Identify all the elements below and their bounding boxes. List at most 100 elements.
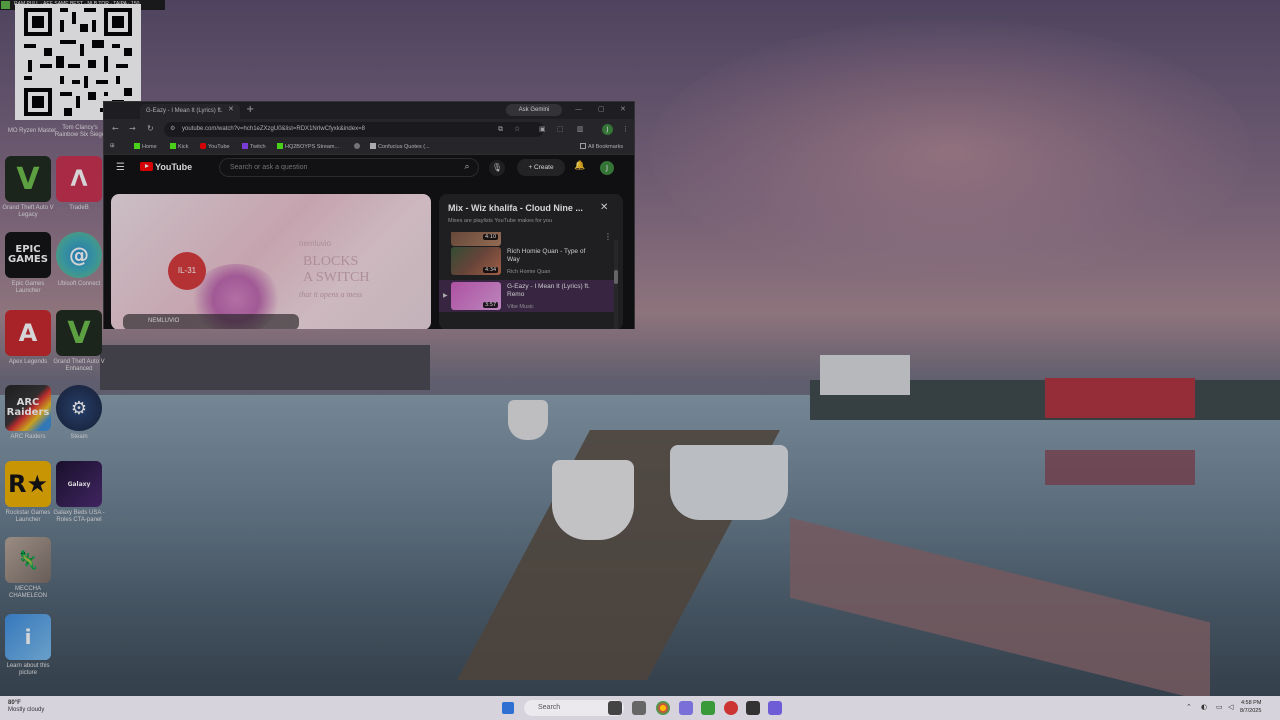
app-red-icon[interactable] [724,701,738,715]
youtube-play-icon [140,162,153,171]
puzzle-icon[interactable]: ⬚ [557,125,564,133]
minimize-icon[interactable]: — [575,105,582,113]
sky-glow [650,20,1250,280]
bookmark-label: Home [142,144,157,150]
bookmark-twitch[interactable]: Twitch [242,143,266,150]
folder-icon [580,143,586,149]
bookmark-youtube[interactable]: YouTube [200,143,230,150]
create-button[interactable]: + Create [517,159,565,176]
youtube-logo[interactable]: YouTube [140,162,192,172]
red-house [1045,378,1195,418]
split-view-icon[interactable]: ▥ [577,125,584,133]
desktop-icon-tradeb[interactable]: Λ TradeB [51,156,107,212]
taskbar-search-label: Search [538,704,561,711]
more-menu-icon[interactable]: ⋮ [622,125,629,133]
video-brand-text: nemluvio [299,239,332,248]
desktop-icon-label: TradeB [69,205,89,211]
video-player[interactable]: IL-31 nemluvio BLOCKS A SWITCH that it op… [111,194,431,329]
playlist-scrollbar[interactable] [614,240,618,329]
desktop-icon-epic-games[interactable]: EPIC GAMES Epic Games Launcher [0,232,56,295]
forward-icon[interactable]: → [129,124,136,133]
desktop-icon-ubisoft[interactable]: @ Ubisoft Connect [51,232,107,288]
kick-icon [170,143,176,149]
microphone-icon[interactable]: 🎙 [489,160,505,176]
apps-grid-icon[interactable]: ⊞ [110,143,115,149]
install-app-icon[interactable]: ⧉ [498,125,503,134]
chrome-icon[interactable] [656,701,670,715]
url-input[interactable]: youtube.com/watch?v=hch1eZXzgU0&list=RDX… [164,122,544,137]
desktop-icon-arc-raiders[interactable]: ARC Raiders ARC Raiders [0,385,56,441]
playlist-subtitle: Mixes are playlists YouTube makes for yo… [448,218,553,224]
tab-close-icon[interactable]: ✕ [228,105,234,113]
desktop-icon-gta-enhanced[interactable]: V Grand Theft Auto V Enhanced [51,310,107,373]
all-bookmarks[interactable]: All Bookmarks [580,143,623,150]
twitch-icon [242,143,248,149]
search-placeholder: Search or ask a question [230,164,308,171]
maximize-icon[interactable]: ▢ [598,105,605,113]
fishing-boat-right [670,445,788,520]
hamburger-menu-icon[interactable]: ☰ [116,162,125,173]
desktop-icon-gta-legacy[interactable]: V Grand Theft Auto V Legacy [0,156,56,219]
playlist-item[interactable]: 4:34 Rich Homie Quan - Type of Way Rich … [439,245,614,277]
notifications-bell-icon[interactable]: 🔔 [574,161,585,171]
start-button-icon[interactable] [502,702,514,714]
new-tab-icon[interactable]: + [246,104,254,115]
desktop-icon-apex[interactable]: A Apex Legends [0,310,56,366]
bookmark-star-icon[interactable]: ☆ [514,125,520,133]
close-playlist-icon[interactable]: ✕ [600,202,608,213]
volume-icon[interactable]: ◁ [1228,703,1233,711]
address-bar: ← → ↻ youtube.com/watch?v=hch1eZXzgU0&li… [104,119,634,140]
epic-games-icon: EPIC GAMES [5,232,51,278]
task-view-icon[interactable] [608,701,622,715]
playlist-item[interactable]: 4:10 [439,232,614,246]
tab-strip: G-Eazy - I Mean It (Lyrics) ft. ✕ + Ask … [104,102,634,119]
search-icon[interactable]: ⌕ [456,158,478,177]
reload-icon[interactable]: ↻ [147,124,154,133]
extension-icon[interactable]: ▣ [539,125,546,133]
headline-line-1: BLOCKS [303,254,359,269]
youtube-search-input[interactable]: Search or ask a question [219,158,479,177]
desktop-icon-galaxy-beds[interactable]: Galaxy Galaxy Beds USA - Roles CTA-panel [51,461,107,524]
weather-widget[interactable]: 80°F Mostly cloudy [8,700,44,714]
profile-avatar[interactable]: J [602,124,613,135]
bookmark-label: Twitch [250,144,266,150]
close-window-icon[interactable]: ✕ [620,105,626,113]
desktop-icon-learn-picture[interactable]: i Learn about this picture [0,614,56,677]
playlist-item-active[interactable]: ▶ 3:57 G-Eazy - I Mean It (Lyrics) ft. R… [439,280,614,312]
desktop-icon-steam[interactable]: ⚙ Steam [51,385,107,441]
tab-youtube[interactable]: G-Eazy - I Mean It (Lyrics) ft. [140,104,240,119]
tab-title: G-Eazy - I Mean It (Lyrics) ft. [146,108,223,114]
desktop-icon-label: MECCHA CHAMELEON [8,586,47,599]
bookmark-hq2boyps[interactable]: HQ2BOYPS Stream... [277,143,339,150]
status-badge [1,1,10,9]
network-icon[interactable]: ▭ [1216,703,1223,711]
bookmark-kick[interactable]: Kick [170,143,188,150]
desktop-icon-meccha-chameleon[interactable]: 🦎 MECCHA CHAMELEON [0,537,56,600]
desktop-icon-rockstar[interactable]: R★ Rockstar Games Launcher [0,461,56,524]
discord-icon[interactable] [768,701,782,715]
site-info-icon[interactable]: ⚙ [170,125,175,132]
tray-chevron-icon[interactable]: ⌃ [1186,703,1192,711]
red-house-reflection [1045,450,1195,485]
bookmark-globe[interactable] [354,143,362,150]
bookmark-confucius[interactable]: Confucius Quotes (... [370,143,430,150]
xbox-icon[interactable] [701,701,715,715]
system-clock[interactable]: 4:58 PM 8/7/2025 [1240,699,1261,715]
bookmark-label: YouTube [208,144,230,150]
desktop-icon-rainbow-six[interactable]: Tom Clancy's Rainbow Six Siege [52,122,108,139]
back-icon[interactable]: ← [112,124,119,133]
ask-gemini-button[interactable]: Ask Gemini [506,104,562,116]
video-channel-chip[interactable]: NEMLUVIO [123,314,299,329]
bookmark-home[interactable]: Home [134,143,157,150]
tray-app-icon[interactable]: ◐ [1201,703,1207,711]
youtube-icon [200,143,206,149]
youtube-avatar[interactable]: J [600,161,614,175]
widgets-icon[interactable] [632,701,646,715]
info-picture-icon: i [5,614,51,660]
app-dark-icon[interactable] [746,701,760,715]
mix-playlist-panel: Mix - Wiz khalifa - Cloud Nine ... Mixes… [439,194,623,329]
chameleon-icon: 🦎 [5,537,51,583]
scrollbar-thumb[interactable] [614,270,618,284]
fishing-boat-left [552,460,634,540]
copilot-icon[interactable] [679,701,693,715]
